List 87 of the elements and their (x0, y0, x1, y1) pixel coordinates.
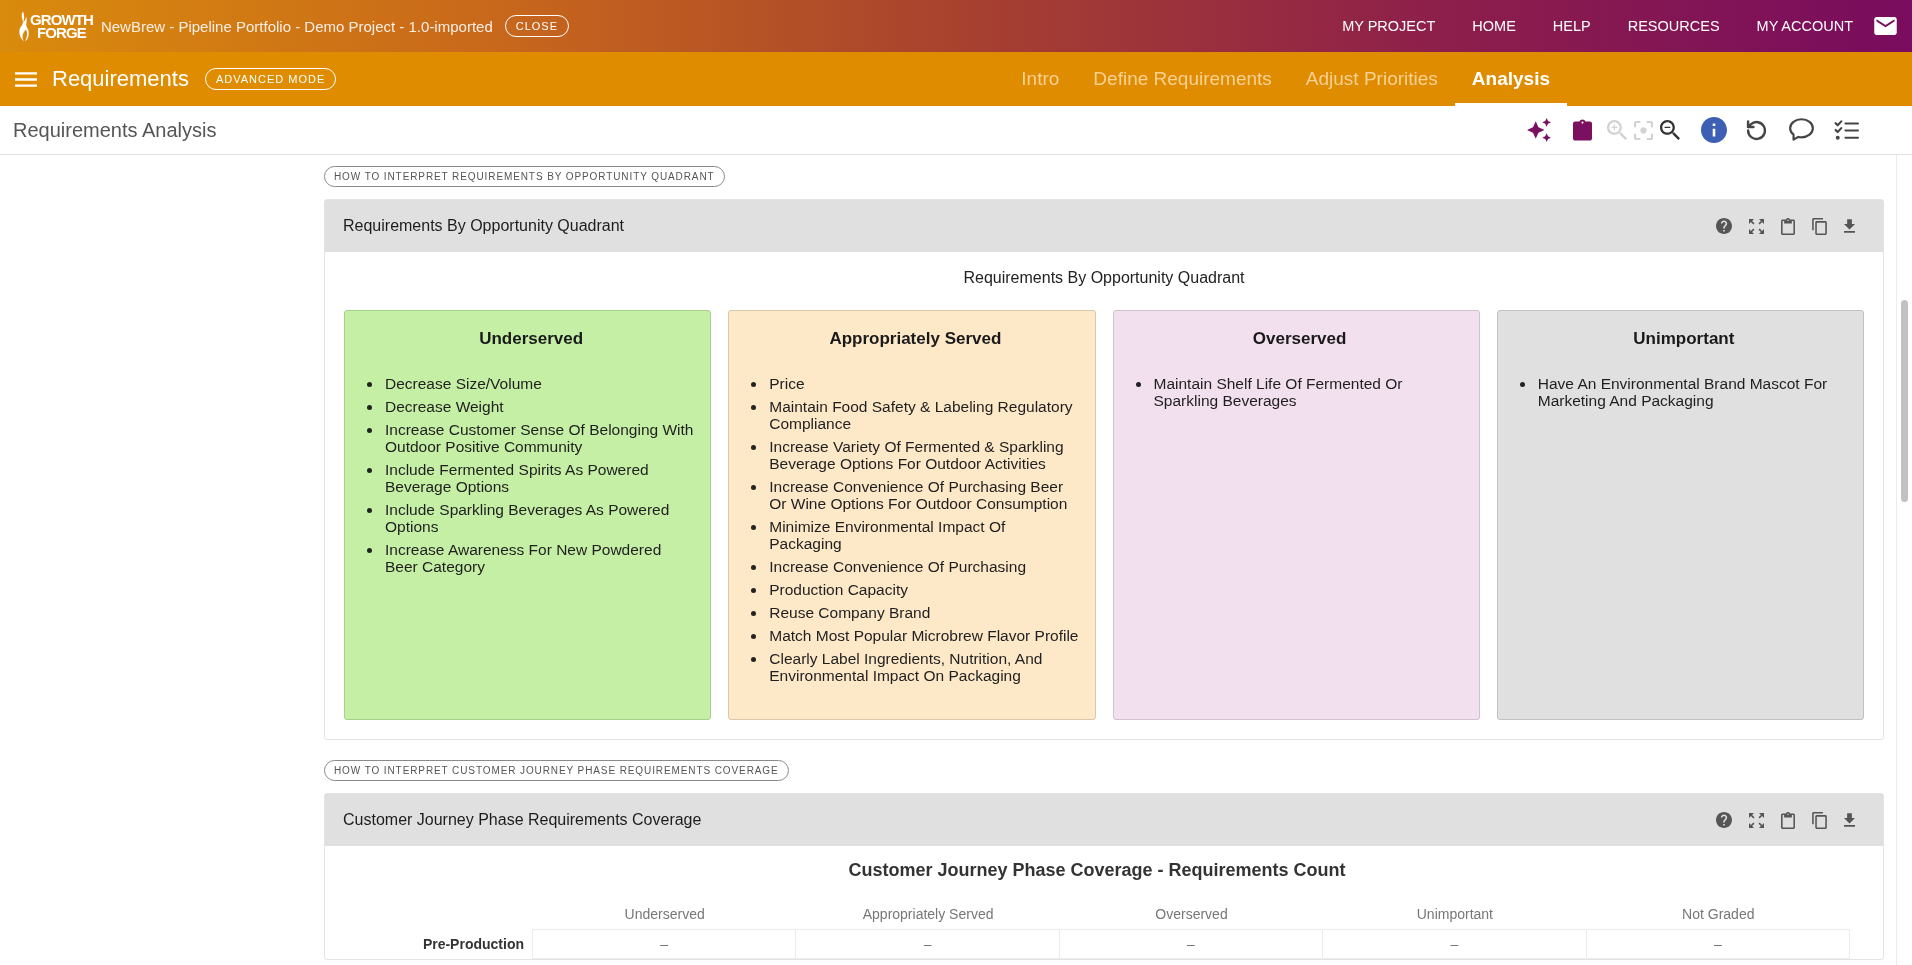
column-header: Underserved (623, 905, 706, 924)
nav-link[interactable]: MY PROJECT (1342, 18, 1436, 34)
bullet-icon (367, 468, 372, 473)
bullet-icon (751, 445, 757, 450)
bullet-icon (751, 382, 757, 387)
column-header: Unimportant (1415, 905, 1494, 924)
requirement-item: Increase Convenience Of Purchasing (769, 558, 1026, 575)
requirement-item: Increase Awareness For New Powdered Beer Category (385, 541, 663, 575)
nav-link[interactable]: HELP (1552, 18, 1591, 34)
requirement-item: Increase Customer Sense Of Belonging With Outdoor Positive Community (385, 421, 695, 455)
logo-text: GROWTH (30, 13, 93, 26)
requirement-item: Production Capacity (769, 581, 908, 598)
requirement-item: Include Fermented Spirits As Powered Beverage Options (385, 461, 650, 495)
requirement-item: Decrease Weight (385, 398, 504, 415)
menu-icon[interactable] (15, 71, 37, 87)
table-title: Customer Journey Phase Coverage - Requirements Count (847, 859, 1347, 881)
copy-icon[interactable] (1812, 811, 1827, 829)
clipboard-icon[interactable] (1573, 119, 1592, 141)
clipboard-icon[interactable] (1781, 217, 1795, 235)
sparkles-icon[interactable] (1527, 118, 1551, 142)
bullet-icon (1135, 382, 1141, 387)
table-cell: – (1058, 929, 1324, 959)
help-icon[interactable] (1716, 812, 1732, 828)
requirement-item: Maintain Food Safety & Labeling Regulatory Compliance (769, 398, 1074, 432)
copy-icon[interactable] (1812, 217, 1827, 235)
requirement-item: Match Most Popular Microbrew Flavor Profile (769, 627, 1079, 644)
bullet-icon (367, 548, 372, 553)
module-title: Requirements (52, 66, 189, 92)
card-title: Requirements By Opportunity Quadrant (343, 217, 625, 235)
quadrant-title: Unimportant (1632, 328, 1736, 350)
table-cell: – (1322, 929, 1587, 959)
bullet-icon (751, 657, 757, 662)
help-link-button[interactable]: HOW TO INTERPRET REQUIREMENTS BY OPPORTUNITY QUADRANT (324, 166, 725, 187)
bullet-icon (751, 565, 757, 570)
requirement-item: Include Sparkling Beverages As Powered Options (385, 501, 671, 535)
bullet-icon (367, 382, 372, 387)
bullet-icon (751, 525, 757, 530)
column-header: Appropriately Served (861, 905, 995, 924)
project-title: NewBrew - Pipeline Portfolio - Demo Project - 1.0-imported (100, 17, 493, 35)
chart-title: Requirements By Opportunity Quadrant (963, 268, 1245, 288)
logo-text: FORGE (37, 26, 86, 39)
bullet-icon (751, 588, 757, 593)
bullet-icon (751, 611, 757, 616)
mail-icon[interactable] (1874, 17, 1897, 35)
download-icon[interactable] (1844, 813, 1855, 827)
requirement-item: Increase Convenience Of Purchasing Beer Or Wine Options For Outdoor Consumption (769, 478, 1069, 512)
requirement-item: Price (769, 375, 805, 392)
requirement-item: Clearly Label Ingredients, Nutrition, And Environmental Impact On Packaging (769, 650, 1044, 684)
nav-link[interactable]: RESOURCES (1627, 18, 1720, 34)
help-icon[interactable] (1716, 218, 1732, 234)
bullet-icon (367, 508, 372, 513)
clipboard-icon[interactable] (1781, 811, 1795, 829)
requirement-item: Have An Environmental Brand Mascot For Marketing And Packaging (1537, 375, 1829, 409)
table-cell: – (1585, 929, 1850, 959)
scrollbar-thumb[interactable] (1901, 300, 1908, 502)
nav-link[interactable]: MY ACCOUNT (1756, 18, 1853, 34)
nav-link[interactable]: HOME (1472, 18, 1516, 34)
quadrant-title: Overserved (1251, 328, 1348, 350)
quadrant-title: Underserved (478, 328, 585, 350)
row-label: Pre-Production (421, 935, 525, 954)
bullet-icon (1519, 382, 1525, 387)
download-icon[interactable] (1844, 219, 1855, 233)
table-cell: – (532, 929, 797, 959)
undo-icon[interactable] (1746, 119, 1767, 141)
comment-icon[interactable] (1789, 118, 1814, 142)
column-header: Overserved (1154, 905, 1229, 924)
bullet-icon (367, 405, 372, 410)
requirement-item: Decrease Size/Volume (385, 375, 542, 392)
page-title: Requirements Analysis (13, 118, 217, 142)
requirement-item: Reuse Company Brand (769, 604, 931, 621)
bullet-icon (751, 634, 757, 639)
bullet-icon (367, 428, 372, 433)
expand-icon[interactable] (1749, 812, 1764, 828)
requirement-item: Maintain Shelf Life Of Fermented Or Sparkling Beverages (1153, 375, 1404, 409)
bullet-icon (751, 405, 757, 410)
help-link-button[interactable]: HOW TO INTERPRET CUSTOMER JOURNEY PHASE REQUIREMENTS COVERAGE (324, 760, 789, 781)
card-title: Customer Journey Phase Requirements Coverage (343, 811, 702, 829)
checklist-icon[interactable] (1834, 119, 1859, 141)
expand-icon[interactable] (1749, 218, 1764, 234)
table-cell: – (795, 929, 1060, 959)
quadrant-title: Appropriately Served (828, 328, 1003, 350)
bullet-icon (751, 485, 757, 490)
info-icon[interactable] (1701, 117, 1727, 143)
zoom-out-icon[interactable] (1660, 120, 1680, 140)
requirement-item: Minimize Environmental Impact Of Packaging (769, 518, 1007, 552)
requirement-item: Increase Variety Of Fermented & Sparkling Beverage Options For Outdoor Activities (769, 438, 1065, 472)
column-header: Not Graded (1681, 905, 1756, 924)
